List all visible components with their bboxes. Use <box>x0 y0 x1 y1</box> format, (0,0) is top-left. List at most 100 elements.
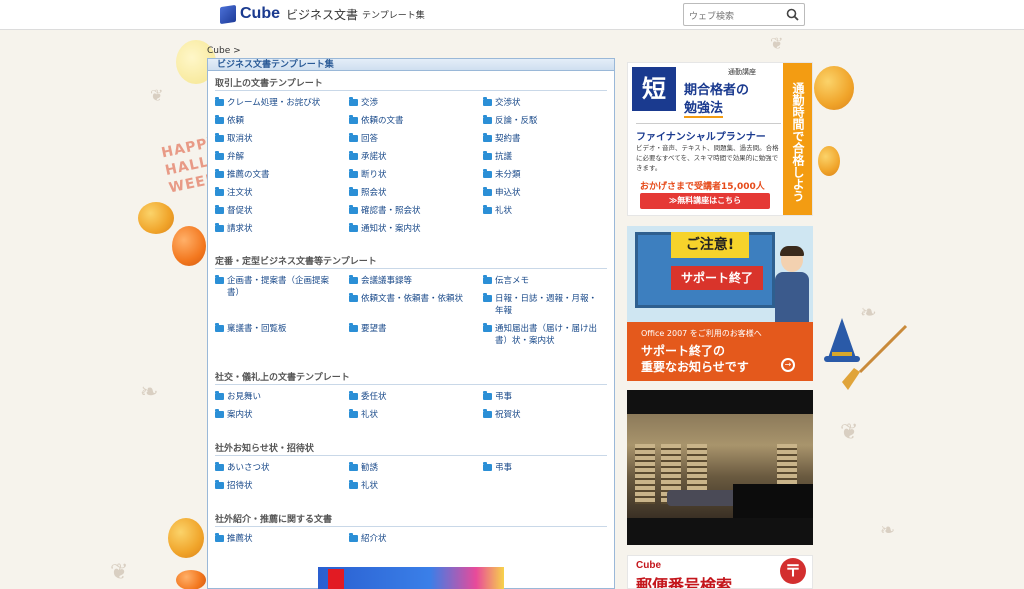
list-item[interactable]: 紹介状 <box>349 533 469 545</box>
pumpkin-decoration <box>176 570 206 589</box>
list-item[interactable]: 礼状 <box>483 205 603 217</box>
folder-icon <box>483 293 492 302</box>
folder-icon <box>215 409 224 418</box>
list-item[interactable]: 契約書 <box>483 133 603 145</box>
list-item[interactable]: 取消状 <box>215 133 335 145</box>
list-item[interactable]: 反論・反駁 <box>483 115 603 127</box>
breadcrumb[interactable]: Cube > <box>207 46 241 56</box>
pumpkin-decoration <box>168 518 204 558</box>
list-item[interactable]: 弁解 <box>215 151 335 163</box>
list-item[interactable]: 通知状・案内状 <box>349 223 469 235</box>
list-item[interactable]: 照会状 <box>349 187 469 199</box>
ad-title: 郵便番号検索 <box>636 576 733 589</box>
list-item[interactable]: 稟議書・回覧板 <box>215 323 335 335</box>
list-item[interactable]: 交渉状 <box>483 97 603 109</box>
list-item[interactable]: 弔事 <box>483 391 603 403</box>
ad-count: おかげさまで受講者15,000人 <box>640 182 765 192</box>
list-item[interactable]: 請求状 <box>215 223 335 235</box>
folder-icon <box>349 223 358 232</box>
cube-logo-icon <box>220 4 236 24</box>
office-support-ad[interactable]: ご注意! サポート終了 Office 2007 をご利用のお客様へ サポート終了… <box>627 226 813 381</box>
list-item[interactable]: 抗議 <box>483 151 603 163</box>
list-item[interactable]: 依頼の文書 <box>349 115 469 127</box>
free-course-button[interactable]: ≫無料講座はこちら <box>640 193 770 209</box>
list-item[interactable]: 礼状 <box>349 409 469 421</box>
folder-icon <box>215 97 224 106</box>
list-item[interactable]: あいさつ状 <box>215 462 335 474</box>
pumpkin-decoration <box>172 226 206 266</box>
adobe-logo-icon <box>328 569 344 589</box>
ad-headline: 期合格者の <box>684 83 750 98</box>
search-input[interactable] <box>684 6 780 28</box>
folder-icon <box>349 151 358 160</box>
ad-line: サポート終了の <box>641 344 726 358</box>
pumpkin-decoration <box>818 146 840 176</box>
list-item[interactable]: 確認書・照会状 <box>349 205 469 217</box>
video-frame <box>627 414 813 518</box>
folder-icon <box>215 462 224 471</box>
ad-logo: Cube <box>636 560 661 571</box>
list-item[interactable]: 企画書・提案書（企画提案書） <box>215 275 335 299</box>
list-item[interactable]: 委任状 <box>349 391 469 403</box>
folder-icon <box>215 151 224 160</box>
list-item[interactable]: 要望書 <box>349 323 469 335</box>
folder-icon <box>349 275 358 284</box>
folder-icon <box>215 533 224 542</box>
list-item[interactable]: 会議議事録等 <box>349 275 469 287</box>
list-item[interactable]: クレーム処理・お詫び状 <box>215 97 335 109</box>
list-item[interactable]: 断り状 <box>349 169 469 181</box>
list-item[interactable]: 推薦状 <box>215 533 335 545</box>
list-item[interactable]: 依頼 <box>215 115 335 127</box>
folder-icon <box>215 205 224 214</box>
adobe-banner-ad[interactable] <box>318 567 504 589</box>
list-item[interactable]: 礼状 <box>349 480 469 492</box>
arrow-right-icon: → <box>781 358 795 372</box>
site-logo[interactable]: Cube ビジネス文書 テンプレート集 <box>220 4 425 24</box>
folder-icon <box>483 169 492 178</box>
list-item[interactable]: 注文状 <box>215 187 335 199</box>
section-heading: 社外お知らせ状・招待状 <box>215 442 607 456</box>
list-item[interactable]: 招待状 <box>215 480 335 492</box>
logo-subtitle: ビジネス文書 <box>286 7 359 22</box>
folder-icon <box>483 391 492 400</box>
list-item[interactable]: 勧誘 <box>349 462 469 474</box>
pumpkin-decoration <box>814 66 854 110</box>
postal-code-search-ad[interactable]: Cube 郵便番号検索 〒 <box>627 555 813 589</box>
list-item[interactable]: 督促状 <box>215 205 335 217</box>
fp-course-ad[interactable]: 短 通勤講座 期合格者の 勉強法 ファイナンシャルプランナー ビデオ・音声、テキ… <box>627 62 813 216</box>
panel-title: ビジネス文書テンプレート集 <box>208 59 614 71</box>
list-item[interactable]: 申込状 <box>483 187 603 199</box>
list-item[interactable]: 交渉 <box>349 97 469 109</box>
search-icon[interactable] <box>786 8 799 21</box>
ad-illustration: ご注意! サポート終了 <box>627 226 813 322</box>
list-item[interactable]: 弔事 <box>483 462 603 474</box>
pumpkin-decoration <box>138 202 174 234</box>
list-item[interactable]: 通知届出書（届け・届け出書）状・案内状 <box>483 323 603 347</box>
witch-hat-icon <box>824 318 860 362</box>
list-item[interactable]: 祝賀状 <box>483 409 603 421</box>
section-heading: 定番・定型ビジネス文書等テンプレート <box>215 255 607 269</box>
logo-text: Cube <box>240 5 280 22</box>
folder-icon <box>483 323 492 332</box>
logo-subtitle-small: テンプレート集 <box>362 10 425 21</box>
video-ad[interactable] <box>627 390 813 545</box>
ad-description: ビデオ・音声、テキスト、問題集、過去問。合格に必要なすべてを、スキマ時間で効果的… <box>636 144 779 172</box>
ad-line: Office 2007 をご利用のお客様へ <box>641 329 762 338</box>
list-item[interactable]: 日報・日誌・週報・月報・年報 <box>483 293 603 317</box>
folder-icon <box>349 133 358 142</box>
list-item[interactable]: 推薦の文書 <box>215 169 335 181</box>
list-item[interactable]: 伝言メモ <box>483 275 603 287</box>
list-item[interactable]: 未分類 <box>483 169 603 181</box>
folder-icon <box>215 187 224 196</box>
list-item[interactable]: 回答 <box>349 133 469 145</box>
ad-line: 重要なお知らせです <box>641 360 749 374</box>
list-item[interactable]: お見舞い <box>215 391 335 403</box>
section-notice-invitation: 社外お知らせ状・招待状 あいさつ状 勧誘 弔事 招待状 礼状 <box>215 442 607 502</box>
list-item[interactable]: 承諾状 <box>349 151 469 163</box>
folder-icon <box>349 205 358 214</box>
list-item[interactable]: 依頼文書・依頼書・依頼状 <box>349 293 469 305</box>
folder-icon <box>483 133 492 142</box>
leaf-icon: ❧ <box>140 380 159 405</box>
list-item[interactable]: 案内状 <box>215 409 335 421</box>
folder-icon <box>349 391 358 400</box>
